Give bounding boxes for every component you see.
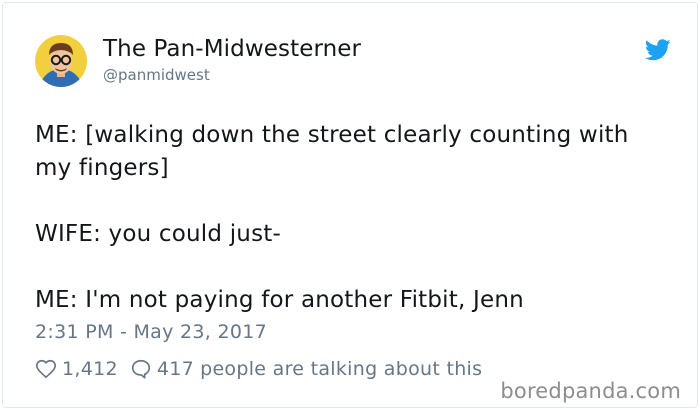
like-count: 1,412 <box>62 358 118 380</box>
speech-bubble-icon[interactable] <box>130 358 152 380</box>
tweet-line: WIFE: you could just- <box>35 221 281 247</box>
talking-about-text: people are talking about this <box>200 358 483 380</box>
twitter-bird-icon[interactable] <box>644 39 671 61</box>
tweet-card: The Pan-Midwesterner @panmidwest ME: [wa… <box>2 2 698 408</box>
avatar-image <box>35 35 87 87</box>
site-watermark: boredpanda.com <box>500 379 681 403</box>
reply-count: 417 <box>156 358 195 380</box>
avatar[interactable] <box>35 35 87 87</box>
tweet-text: ME: [walking down the street clearly cou… <box>35 119 675 317</box>
user-handle[interactable]: @panmidwest <box>103 66 210 84</box>
tweet-actions: 1,412 417 people are talking about this <box>35 358 482 380</box>
tweet-timestamp[interactable]: 2:31 PM - May 23, 2017 <box>35 321 267 343</box>
display-name[interactable]: The Pan-Midwesterner <box>103 36 361 62</box>
heart-icon[interactable] <box>35 358 57 380</box>
tweet-line: ME: I'm not paying for another Fitbit, J… <box>35 287 524 313</box>
tweet-line: ME: [walking down the street clearly cou… <box>35 122 629 148</box>
tweet-line: my fingers] <box>35 155 169 181</box>
